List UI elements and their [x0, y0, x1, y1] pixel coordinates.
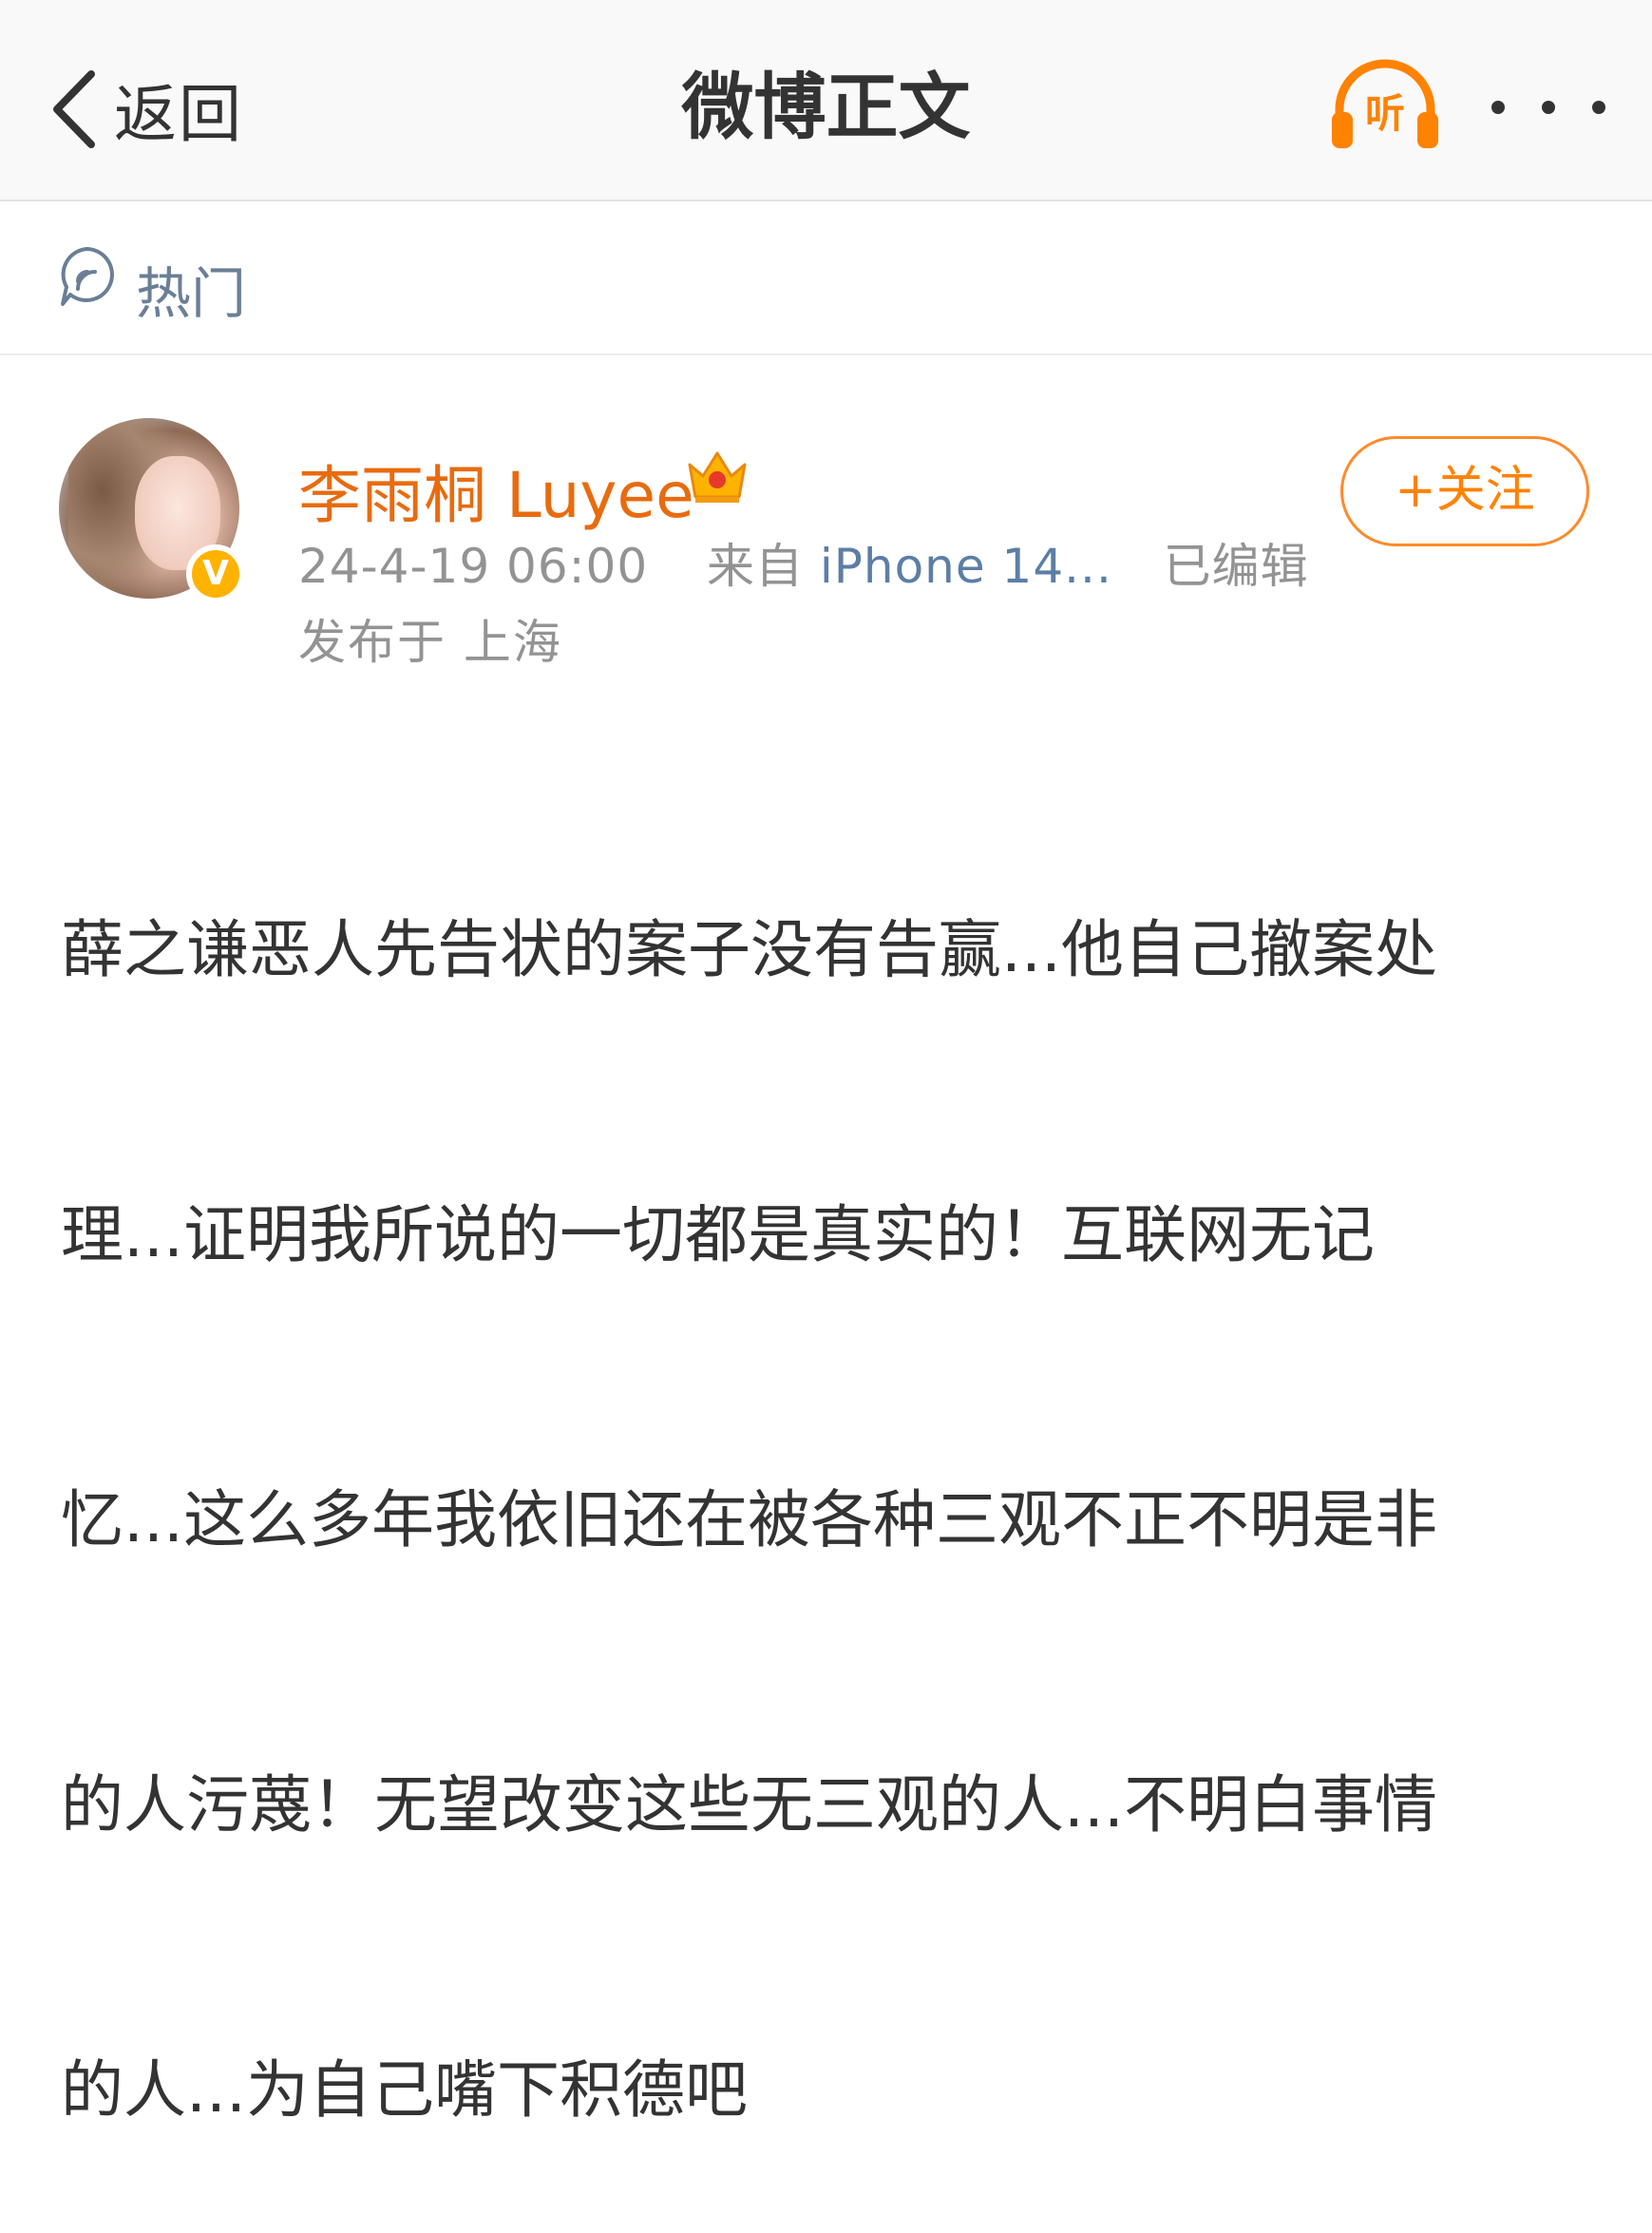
listen-label: 听: [1364, 90, 1405, 137]
more-dots-icon[interactable]: [1491, 84, 1605, 131]
content-line: 忆...这么多年我依旧还在被各种三观不正不明是非: [61, 1483, 1437, 1556]
post-location: 发布于 上海: [298, 615, 562, 670]
post-meta: 24-4-19 06:00 来自 iPhone 14... 已编辑: [298, 528, 1309, 597]
verified-badge-icon: V: [186, 544, 245, 603]
hot-section: [0, 201, 1652, 355]
content-line: 薛之谦恶人先告状的案子没有告赢...他自己撤案处: [61, 913, 1437, 986]
follow-button[interactable]: +关注: [1340, 436, 1589, 546]
content-line: 的人...为自己嘴下积德吧: [61, 2053, 748, 2127]
dot: [1542, 101, 1555, 114]
edited-label[interactable]: 已编辑: [1164, 539, 1309, 594]
dot: [1491, 101, 1505, 114]
author-name[interactable]: 李雨桐 Luyee: [298, 445, 694, 536]
source-link[interactable]: iPhone 14...: [820, 539, 1112, 594]
hot-topic-icon: [61, 247, 114, 306]
content-line: 的人污蔑！无望改变这些无三观的人...不明白事情: [61, 1768, 1437, 1842]
from-label: 来自: [706, 539, 804, 594]
top-nav-bar: 返回 微博正文 听: [0, 0, 1652, 201]
hot-label[interactable]: 热门: [136, 249, 246, 329]
crown-icon: [688, 451, 747, 503]
post-timestamp: 24-4-19 06:00: [298, 539, 649, 594]
content-line: 理...证明我所说的一切都是真实的！互联网无记: [61, 1198, 1375, 1271]
dot: [1592, 101, 1605, 114]
listen-button[interactable]: 听: [1328, 57, 1442, 152]
post-content: 薛之谦恶人先告状的案子没有告赢...他自己撤案处 理...证明我所说的一切都是真…: [61, 713, 1581, 2233]
